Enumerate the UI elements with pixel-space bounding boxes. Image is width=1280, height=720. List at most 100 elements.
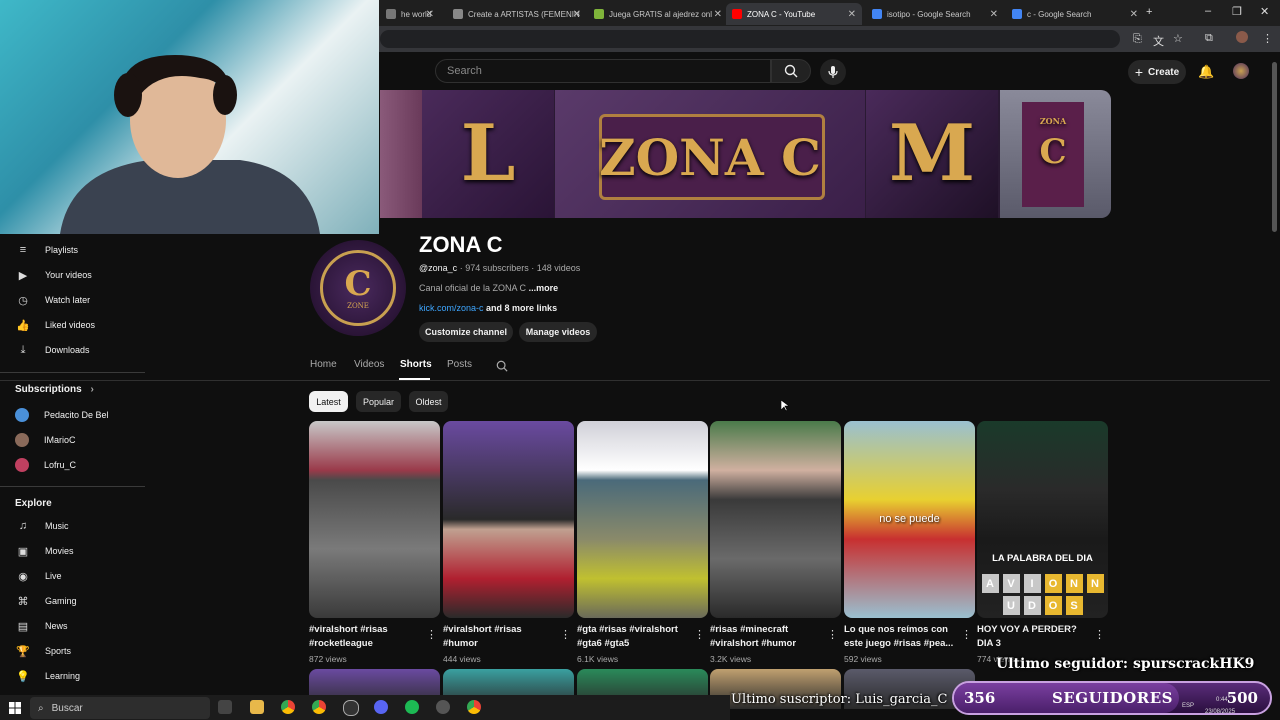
short-thumbnail[interactable] [577, 421, 708, 618]
browser-tab[interactable]: he world ✕ [380, 3, 440, 25]
taskbar-language[interactable]: ESP [1182, 703, 1194, 709]
task-view-icon[interactable] [218, 700, 232, 714]
close-window-icon[interactable]: ✕ [1260, 5, 1269, 18]
maximize-icon[interactable]: ❐ [1232, 5, 1242, 18]
omnibox[interactable] [380, 30, 1120, 48]
browser-tab[interactable]: isotipo - Google Search ✕ [866, 3, 1004, 25]
short-more-icon[interactable]: ⋮ [426, 628, 437, 641]
short-thumbnail[interactable] [443, 421, 574, 618]
browser-menu-icon[interactable]: ⋮ [1262, 32, 1273, 45]
sidebar-item-label: Your videos [45, 270, 92, 280]
subscription-item[interactable]: Pedacito De Bel [0, 403, 145, 427]
tab-close-icon[interactable]: ✕ [714, 9, 722, 20]
explore-item-music[interactable]: ♫ Music [0, 514, 145, 538]
discord-icon[interactable] [374, 700, 388, 714]
short-thumbnail[interactable] [710, 421, 841, 618]
explore-item-label: Learning [45, 671, 81, 681]
channel-search-icon[interactable] [496, 359, 508, 377]
subscriptions-heading[interactable]: Subscriptions › [15, 384, 94, 395]
channel-tab-home[interactable]: Home [310, 359, 337, 370]
short-title[interactable]: HOY VOY A PERDER? DIA 3 [977, 623, 1092, 651]
short-title[interactable]: #viralshort #risas #rocketleague [309, 623, 424, 651]
explore-item-live[interactable]: ◉ Live [0, 564, 145, 588]
search-button[interactable] [771, 59, 811, 83]
short-title[interactable]: #gta #risas #viralshort #gta6 #gta5 [577, 623, 692, 651]
short-title[interactable]: #risas #minecraft #viralshort #humor [710, 623, 825, 651]
short-title[interactable]: Lo que nos reímos con este juego #risas … [844, 623, 959, 651]
sidebar-item-your-videos[interactable]: ▶ Your videos [0, 263, 145, 287]
explore-item-sports[interactable]: 🏆 Sports [0, 639, 145, 663]
translate-icon[interactable]: 文 [1153, 33, 1164, 49]
subscription-item[interactable]: IMarioC [0, 428, 145, 452]
customize-channel-button[interactable]: Customize channel [419, 322, 513, 342]
chrome-profile-icon[interactable] [312, 700, 326, 714]
channel-tab-videos[interactable]: Videos [354, 359, 384, 370]
sidebar-item-watch-later[interactable]: ◷ Watch later [0, 288, 145, 312]
filter-chip-popular[interactable]: Popular [356, 391, 401, 412]
taskbar-time[interactable]: 0:44 [1216, 697, 1228, 703]
create-button[interactable]: + Create [1128, 60, 1186, 84]
notifications-bell-icon[interactable]: 🔔 [1198, 64, 1214, 80]
taskbar-search[interactable]: ⌕ Buscar [30, 697, 210, 719]
goal-current: 356 [964, 689, 996, 707]
taskbar-date[interactable]: 23/08/2025 [1205, 709, 1235, 715]
cast-icon[interactable]: ⎘ [1133, 33, 1142, 46]
browser-tab[interactable]: ZONA C - YouTube ✕ [726, 3, 862, 25]
windows-start-icon[interactable] [9, 701, 21, 714]
account-avatar[interactable] [1233, 63, 1249, 79]
tab-close-icon[interactable]: ✕ [1130, 9, 1138, 20]
sidebar-item-liked-videos[interactable]: 👍 Liked videos [0, 313, 145, 337]
browser-tab[interactable]: Create a ARTISTAS (FEMENIN ✕ [447, 3, 587, 25]
spotify-icon[interactable] [405, 700, 419, 714]
browser-tab[interactable]: Juega GRATIS al ajedrez onl ✕ [588, 3, 728, 25]
sidebar-item-downloads[interactable]: ⤓ Downloads [0, 338, 145, 362]
explore-item-news[interactable]: ▤ News [0, 614, 145, 638]
sidebar-item-playlists[interactable]: ≡ Playlists [0, 238, 145, 262]
filter-chip-latest[interactable]: Latest [309, 391, 348, 412]
bookmark-star-icon[interactable]: ☆ [1173, 32, 1183, 45]
short-more-icon[interactable]: ⋮ [1094, 628, 1105, 641]
subscription-item[interactable]: Lofru_C [0, 453, 145, 477]
voice-search-button[interactable] [820, 59, 846, 85]
file-explorer-icon[interactable] [250, 700, 264, 714]
channel-tab-posts[interactable]: Posts [447, 359, 472, 370]
obs-icon[interactable] [343, 700, 359, 716]
explore-item-label: Music [45, 521, 69, 531]
short-thumbnail[interactable]: no se puede [844, 421, 975, 618]
manage-videos-button[interactable]: Manage videos [519, 322, 597, 342]
tab-close-icon[interactable]: ✕ [426, 9, 434, 20]
extensions-icon[interactable]: ⧉ [1205, 32, 1213, 45]
description-more[interactable]: ...more [529, 283, 559, 293]
browser-tab[interactable]: c - Google Search ✕ [1006, 3, 1144, 25]
channel-links: kick.com/zona-c and 8 more links [419, 303, 557, 313]
profile-avatar[interactable] [1236, 31, 1248, 43]
filter-chip-oldest[interactable]: Oldest [409, 391, 448, 412]
explore-item-movies[interactable]: ▣ Movies [0, 539, 145, 563]
explore-item-gaming[interactable]: ⌘ Gaming [0, 589, 145, 613]
explore-item-learning[interactable]: 💡 Learning [0, 664, 145, 688]
banner-title: ZONA C [599, 128, 821, 187]
short-more-icon[interactable]: ⋮ [694, 628, 705, 641]
wordle-tile: S [1065, 596, 1083, 615]
short-thumbnail[interactable] [309, 421, 440, 618]
new-tab-icon[interactable]: + [1146, 6, 1152, 18]
more-links[interactable]: and 8 more links [486, 303, 557, 313]
chrome-icon[interactable] [281, 700, 295, 714]
minimize-icon[interactable]: – [1205, 5, 1211, 17]
channel-tab-shorts[interactable]: Shorts [400, 359, 432, 370]
app-icon[interactable] [436, 700, 450, 714]
search-input[interactable]: Search [435, 59, 771, 83]
short-thumbnail[interactable]: LA PALABRA DEL DIA A V I O N N U D O S [977, 421, 1108, 618]
channel-avatar[interactable]: C ZONE [310, 240, 406, 336]
channel-description[interactable]: Canal oficial de la ZONA C ...more [419, 283, 558, 293]
tab-close-icon[interactable]: ✕ [990, 9, 998, 20]
tab-close-icon[interactable]: ✕ [848, 9, 856, 20]
short-more-icon[interactable]: ⋮ [961, 628, 972, 641]
channel-link[interactable]: kick.com/zona-c [419, 303, 484, 313]
short-more-icon[interactable]: ⋮ [827, 628, 838, 641]
short-title[interactable]: #viralshort #risas #humor [443, 623, 558, 651]
page-scrollbar[interactable] [1272, 62, 1277, 232]
short-more-icon[interactable]: ⋮ [560, 628, 571, 641]
tab-close-icon[interactable]: ✕ [573, 9, 581, 20]
chrome-active-icon[interactable] [467, 700, 481, 714]
